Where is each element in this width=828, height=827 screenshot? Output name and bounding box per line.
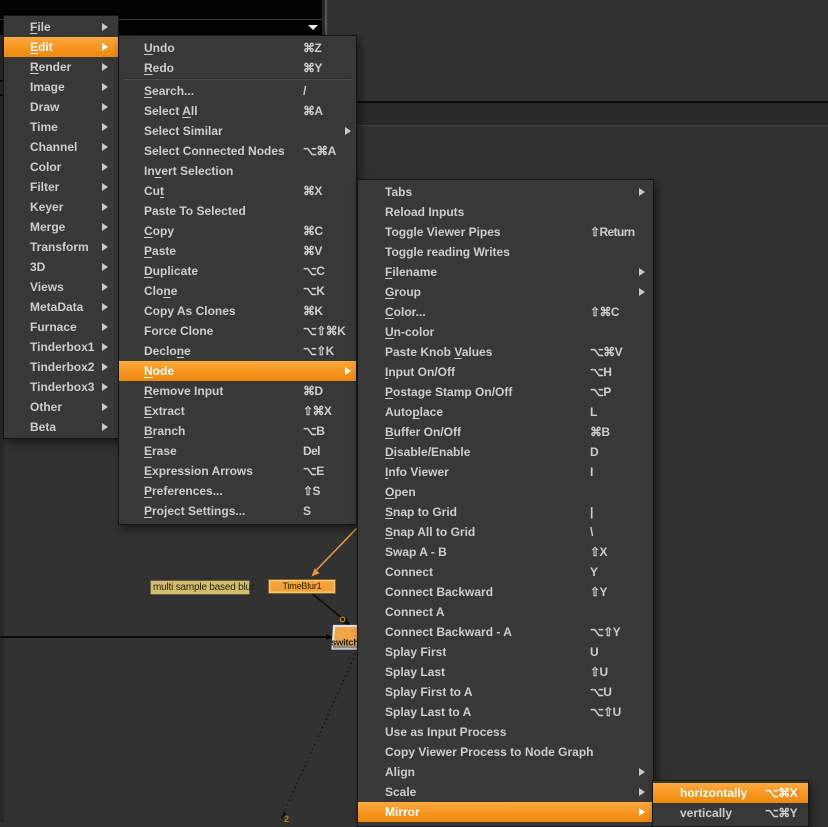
svg-text:2: 2 <box>284 814 289 823</box>
svg-text:switch: switch <box>331 638 359 649</box>
